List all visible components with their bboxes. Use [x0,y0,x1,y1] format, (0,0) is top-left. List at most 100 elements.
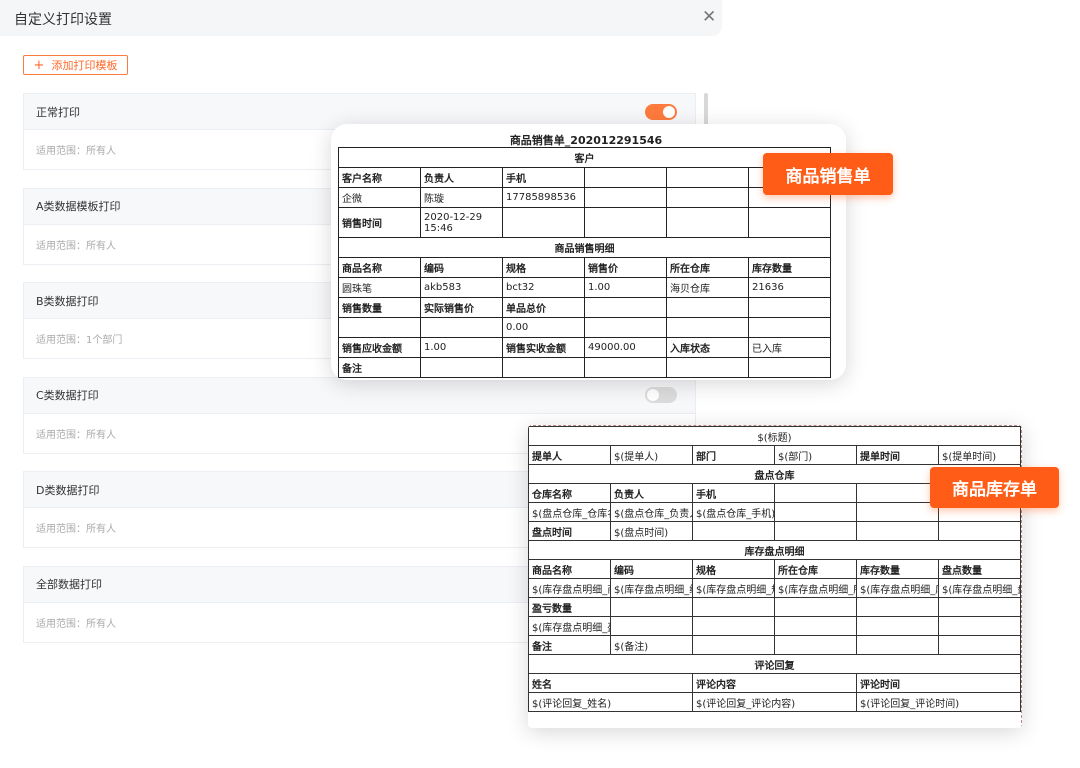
empty-cell [666,297,749,318]
value-cell: $(评论回复_姓名) [528,692,693,712]
header-cell: 所在仓库 [774,559,857,579]
template-card-header: C类数据打印 [24,377,695,414]
empty-cell [610,616,693,636]
empty-cell [420,317,503,338]
header-cell: 评论内容 [692,673,857,693]
header-cell: 盘点数量 [937,559,1022,579]
header-cell: 提单人 [528,445,611,465]
enable-toggle[interactable] [645,103,677,120]
empty-cell [420,357,503,378]
value-cell: 49000.00 [584,337,667,358]
section-detail: 库存盘点明细 [528,540,1022,560]
empty-cell [692,521,775,541]
empty-cell [584,317,667,338]
value-cell: $(库存盘点明细_盘点数量) [937,578,1022,598]
empty-cell [937,521,1022,541]
empty-cell [937,616,1022,636]
value-cell: akb583 [420,277,503,298]
value-cell: $(评论回复_评论内容) [692,692,857,712]
value-cell: $(备注) [610,635,693,655]
header-cell: 入库状态 [666,337,749,358]
value-cell: 已入库 [748,337,831,358]
header-cell: 备注 [338,357,421,378]
template-name: B类数据打印 [36,294,99,308]
empty-cell [856,635,939,655]
value-cell: 21636 [748,277,831,298]
add-button-label: 添加打印模板 [51,59,118,72]
header-cell: 手机 [692,483,775,503]
header-cell: 提单时间 [856,445,939,465]
empty-cell [856,521,939,541]
section-comment: 评论回复 [528,654,1022,674]
sales-order-badge: 商品销售单 [763,153,893,195]
header-cell: 备注 [528,635,611,655]
empty-cell [774,483,857,503]
empty-cell [774,597,857,617]
header-cell: 盘点时间 [528,521,611,541]
template-name: 全部数据打印 [36,578,102,591]
header-cell: 库存数量 [856,559,939,579]
header-cell: 手机 [502,167,585,188]
header-cell: 销售数量 [338,297,421,318]
header-cell: 销售时间 [338,207,421,238]
header-cell: 负责人 [420,167,503,188]
value-cell: $(盘点时间) [610,521,693,541]
header-cell: 规格 [692,559,775,579]
empty-cell [666,207,749,238]
empty-cell [856,483,939,503]
header-cell: 库存数量 [748,257,831,278]
section-customer: 客户 [338,147,831,168]
empty-cell [338,317,421,338]
header-cell: 规格 [502,257,585,278]
value-cell: 17785898536 [502,187,585,208]
enable-toggle[interactable] [645,387,677,403]
value-cell: 1.00 [584,277,667,298]
value-cell: $(库存盘点明细_规格) [692,578,775,598]
empty-cell [774,635,857,655]
header-cell: 评论时间 [855,673,1022,693]
value-cell: $(库存盘点明细_盈亏数量) [528,616,611,636]
value-cell: $(库存盘点明细_所在仓库) [774,578,857,598]
empty-cell [502,207,585,238]
toggle-knob [647,389,659,401]
stock-title: $(标题) [528,426,1022,446]
template-name: 正常打印 [36,105,80,119]
empty-cell [937,635,1022,655]
stage: { "dialog": { "title": "自定义打印设置", "close… [0,0,1080,768]
dialog-header: 自定义打印设置 ✕ [0,0,722,36]
template-name: C类数据打印 [36,389,99,402]
empty-cell [584,167,667,188]
sales-preview-table-wrap: 客户 客户名称 负责人 手机 企微 陈璇 17785898536 销售时间 20… [338,147,831,378]
header-cell: 销售实收金额 [502,337,585,358]
value-cell: $(盘点仓库_手机) [692,502,775,522]
value-cell: $(提单时间) [937,445,1022,465]
empty-cell [666,167,749,188]
value-cell: $(库存盘点明细_商品名称) [528,578,611,598]
header-cell: 客户名称 [338,167,421,188]
header-cell: 盈亏数量 [528,597,611,617]
template-name: A类数据模板打印 [36,200,121,213]
empty-cell [666,317,749,338]
value-cell: 2020-12-29 15:46 [420,207,503,238]
header-cell: 单品总价 [502,297,585,318]
sales-preview-title: 商品销售单_202012291546 [509,134,663,147]
header-cell: 商品名称 [528,559,611,579]
empty-cell [774,502,857,522]
value-cell: 陈璇 [420,187,503,208]
close-icon[interactable]: ✕ [702,7,716,27]
empty-cell [856,597,939,617]
stock-order-badge: 商品库存单 [930,467,1059,508]
empty-cell [666,187,749,208]
value-cell: $(评论回复_评论时间) [855,692,1022,712]
add-print-template-button[interactable]: + 添加打印模板 [23,55,128,75]
value-cell: 企微 [338,187,421,208]
header-cell: 销售应收金额 [338,337,421,358]
plus-icon: + [33,57,45,73]
header-cell: 编码 [420,257,503,278]
empty-cell [774,521,857,541]
empty-cell [502,357,585,378]
empty-cell [692,597,775,617]
empty-cell [692,616,775,636]
empty-cell [856,502,939,522]
empty-cell [666,357,749,378]
